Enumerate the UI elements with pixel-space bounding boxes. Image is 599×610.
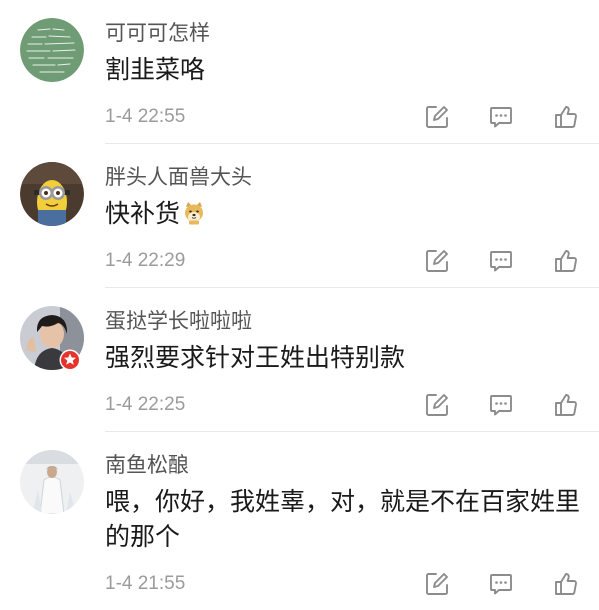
comment-meta: 1-4 22:29 [105, 248, 599, 274]
like-icon[interactable] [553, 248, 579, 274]
like-icon[interactable] [553, 392, 579, 418]
comment-body: 蛋挞学长啦啦啦 强烈要求针对王姓出特别款 1-4 22:25 [105, 288, 599, 432]
repost-icon[interactable] [424, 104, 450, 130]
comment-username[interactable]: 胖头人面兽大头 [105, 164, 599, 190]
comment-icon[interactable] [488, 571, 514, 597]
comment-body: 可可可怎样 割韭菜咯 1-4 22:55 [105, 0, 599, 144]
repost-icon[interactable] [424, 571, 450, 597]
comment-username[interactable]: 蛋挞学长啦啦啦 [105, 308, 599, 334]
like-icon[interactable] [553, 571, 579, 597]
comment-text-content: 强烈要求针对王姓出特别款 [105, 343, 406, 372]
light-photo-avatar[interactable] [20, 450, 84, 514]
green-handwriting-avatar[interactable] [20, 18, 84, 82]
comment-timestamp: 1-4 22:25 [105, 394, 186, 415]
comment-username[interactable]: 可可可怎样 [105, 20, 599, 46]
comment-icon[interactable] [488, 392, 514, 418]
comment-item: 胖头人面兽大头 快补货 1-4 22:29 [0, 144, 599, 288]
comment-meta: 1-4 22:25 [105, 392, 599, 418]
comment-item: 蛋挞学长啦啦啦 强烈要求针对王姓出特别款 1-4 22:25 [0, 288, 599, 432]
comment-timestamp: 1-4 22:29 [105, 250, 186, 271]
comment-username[interactable]: 南鱼松酿 [105, 452, 599, 478]
comment-text: 喂，你好，我姓辜，对，就是不在百家姓里的那个 [105, 484, 585, 554]
comment-icon[interactable] [488, 104, 514, 130]
doge-emoji-icon [182, 201, 206, 225]
comment-icon[interactable] [488, 248, 514, 274]
minion-avatar[interactable] [20, 162, 84, 226]
comment-list: 可可可怎样 割韭菜咯 1-4 22:55 胖头人面兽大头 快补货 1-4 22:… [0, 0, 599, 610]
repost-icon[interactable] [424, 392, 450, 418]
repost-icon[interactable] [424, 248, 450, 274]
comment-text: 快补货 [105, 196, 585, 231]
comment-text-content: 快补货 [105, 199, 181, 228]
comment-meta: 1-4 21:55 [105, 571, 599, 597]
comment-timestamp: 1-4 22:55 [105, 106, 186, 127]
comment-timestamp: 1-4 21:55 [105, 573, 186, 594]
comment-text: 割韭菜咯 [105, 52, 585, 87]
comment-text-content: 喂，你好，我姓辜，对，就是不在百家姓里的那个 [105, 487, 581, 551]
verified-badge-icon [59, 349, 81, 371]
comment-text-content: 割韭菜咯 [105, 55, 206, 84]
comment-item: 可可可怎样 割韭菜咯 1-4 22:55 [0, 0, 599, 144]
like-icon[interactable] [553, 104, 579, 130]
comment-meta: 1-4 22:55 [105, 104, 599, 130]
comment-body: 胖头人面兽大头 快补货 1-4 22:29 [105, 144, 599, 288]
comment-body: 南鱼松酿 喂，你好，我姓辜，对，就是不在百家姓里的那个 1-4 21:55 [105, 432, 599, 610]
comment-item: 南鱼松酿 喂，你好，我姓辜，对，就是不在百家姓里的那个 1-4 21:55 [0, 432, 599, 610]
comment-text: 强烈要求针对王姓出特别款 [105, 340, 585, 375]
